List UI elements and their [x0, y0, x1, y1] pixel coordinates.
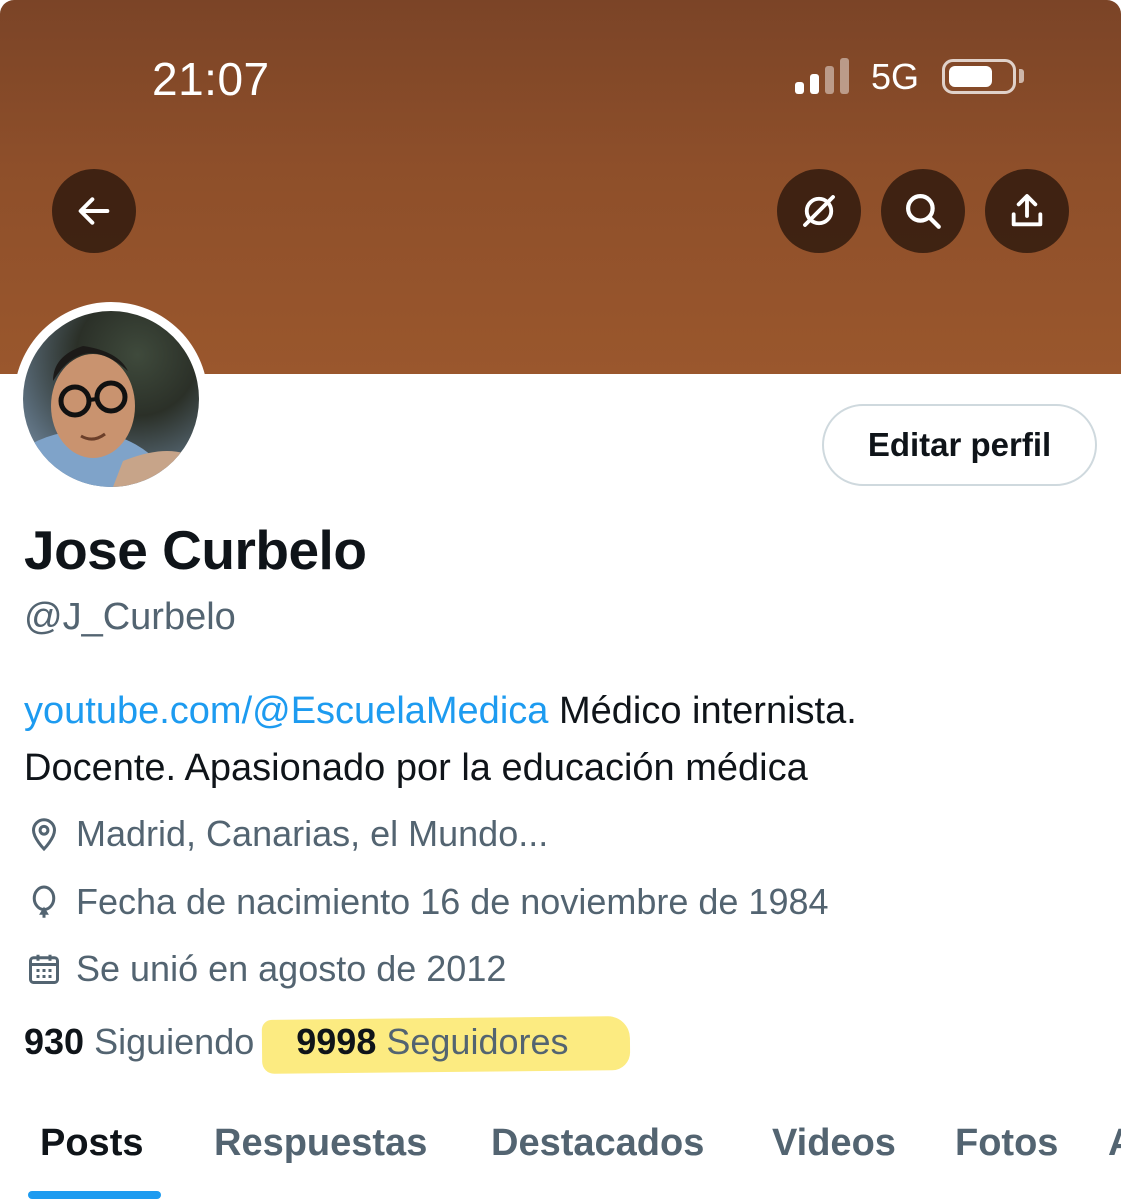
- follow-stats: 930 Siguiendo 9998 Seguidores: [24, 1021, 569, 1063]
- no-feed-icon: [803, 195, 835, 227]
- battery-level: [949, 66, 992, 87]
- display-name: Jose Curbelo: [24, 519, 367, 581]
- avatar[interactable]: [14, 302, 208, 496]
- arrow-left-icon: [78, 197, 110, 225]
- avatar-photo: [23, 311, 199, 487]
- username-handle: @J_Curbelo: [24, 596, 236, 638]
- followers-count: 9998: [296, 1021, 377, 1062]
- back-button[interactable]: [52, 169, 136, 253]
- tab-videos[interactable]: Videos: [772, 1122, 896, 1165]
- bio-text-2: Docente. Apasionado por la educación méd…: [24, 747, 808, 789]
- bio-text-1: Médico internista.: [548, 690, 857, 732]
- network-label: 5G: [871, 56, 920, 97]
- battery-nub: [1019, 69, 1024, 83]
- search-button[interactable]: [881, 169, 965, 253]
- bio: youtube.com/@EscuelaMedica Médico intern…: [24, 683, 1104, 797]
- battery-icon: [942, 59, 1016, 94]
- signal-icon: [795, 58, 853, 94]
- tab-destacados[interactable]: Destacados: [491, 1122, 704, 1165]
- following-label: Siguiendo: [94, 1021, 255, 1062]
- joined-text: Se unió en agosto de 2012: [76, 948, 507, 989]
- profile-tabs: Posts Respuestas Destacados Videos Fotos…: [0, 1118, 1121, 1200]
- bio-link[interactable]: youtube.com/@EscuelaMedica: [24, 690, 548, 732]
- followers-label: Seguidores: [386, 1021, 569, 1062]
- balloon-icon: [24, 882, 64, 922]
- share-icon: [1011, 194, 1043, 227]
- tab-fotos[interactable]: Fotos: [955, 1122, 1058, 1165]
- following-link[interactable]: 930 Siguiendo: [24, 1021, 254, 1062]
- tab-posts[interactable]: Posts: [40, 1122, 143, 1165]
- location-row: Madrid, Canarias, el Mundo...: [24, 813, 548, 855]
- followers-link[interactable]: 9998 Seguidores: [296, 1021, 568, 1062]
- search-icon: [906, 194, 941, 229]
- edit-profile-button[interactable]: Editar perfil: [822, 404, 1097, 486]
- tab-respuestas[interactable]: Respuestas: [214, 1122, 427, 1165]
- location-text: Madrid, Canarias, el Mundo...: [76, 813, 549, 854]
- share-button[interactable]: [985, 169, 1069, 253]
- birthday-text: Fecha de nacimiento 16 de noviembre de 1…: [76, 881, 829, 922]
- feed-toggle-button[interactable]: [777, 169, 861, 253]
- birthday-row: Fecha de nacimiento 16 de noviembre de 1…: [24, 881, 829, 923]
- following-count: 930: [24, 1021, 85, 1062]
- tab-more[interactable]: A: [1108, 1122, 1121, 1165]
- status-time: 21:07: [152, 53, 270, 105]
- calendar-icon: [24, 949, 64, 989]
- joined-row: Se unió en agosto de 2012: [24, 948, 506, 990]
- active-tab-indicator: [28, 1191, 161, 1199]
- location-pin-icon: [24, 814, 64, 854]
